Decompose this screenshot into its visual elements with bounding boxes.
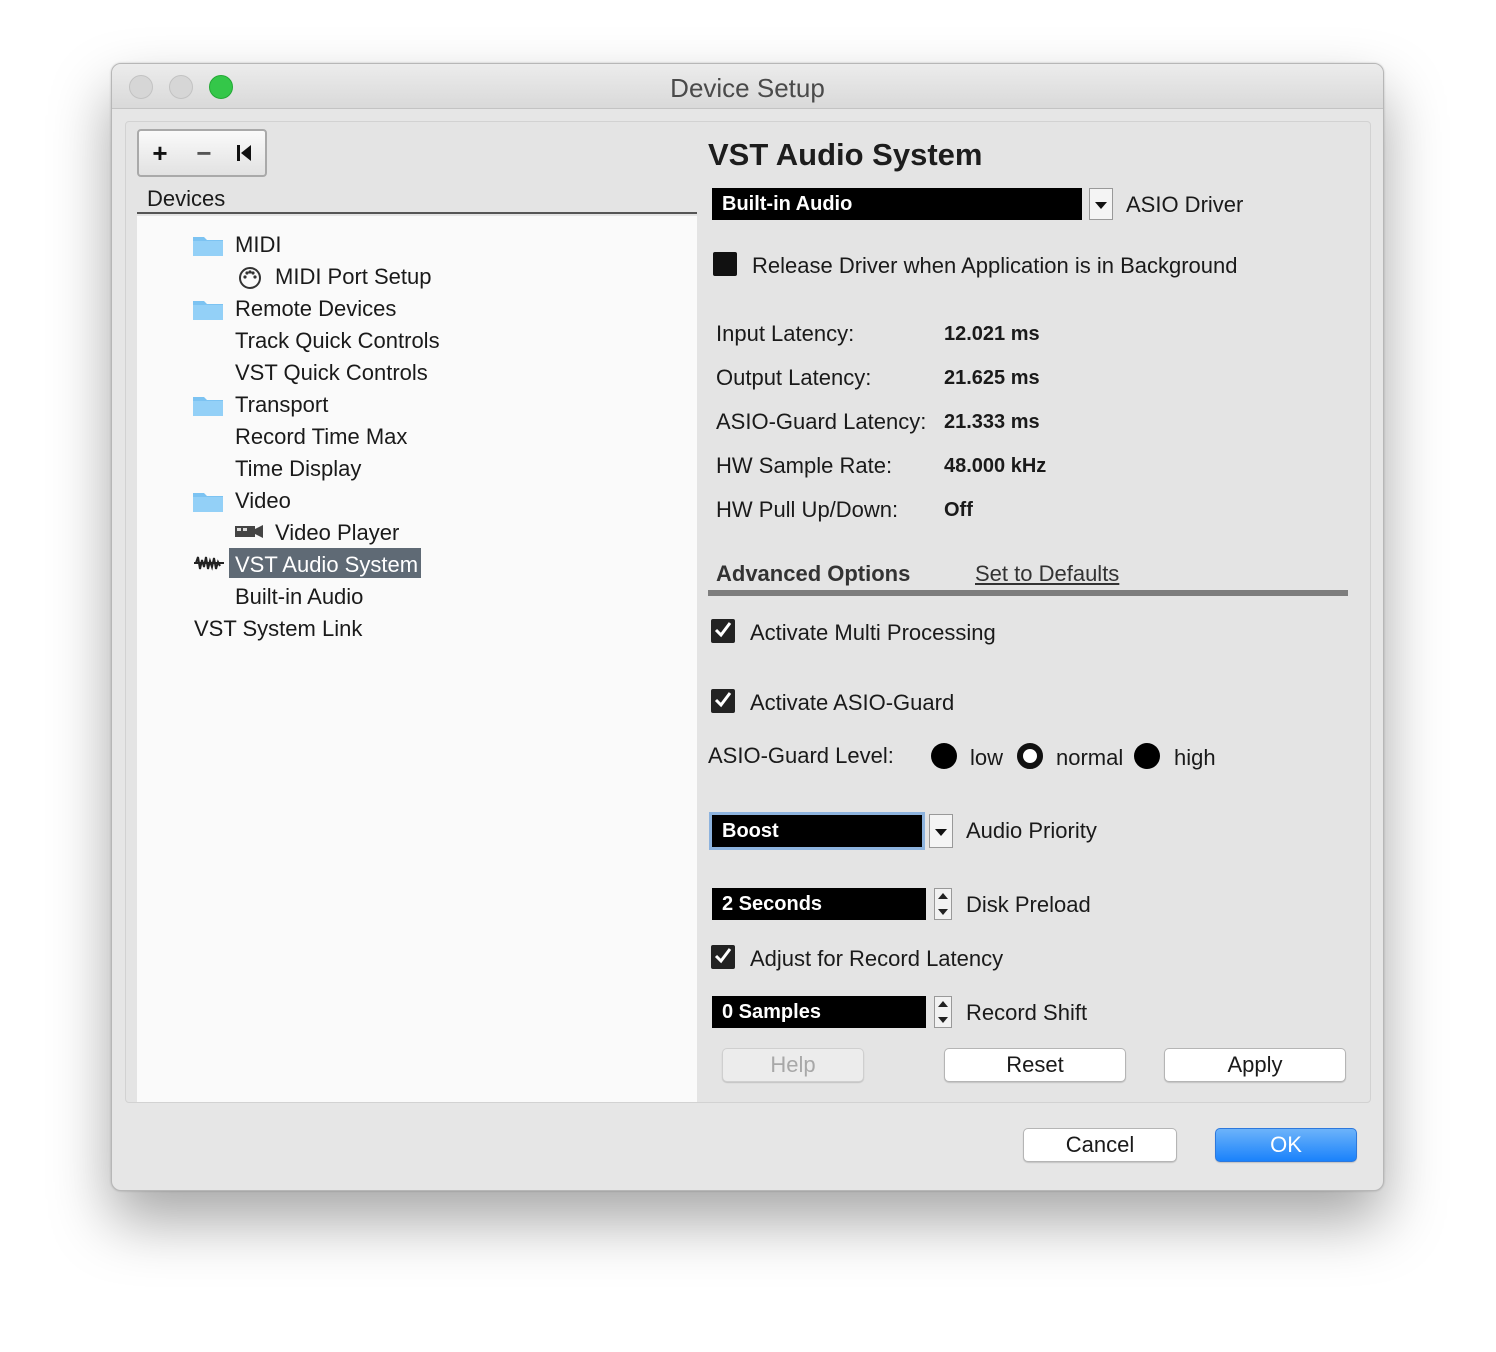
checkmark-icon xyxy=(714,622,732,638)
devices-header-label: Devices xyxy=(147,186,226,211)
hw-pull-up-down-value: Off xyxy=(944,499,973,521)
disk-preload-stepper[interactable] xyxy=(934,888,952,920)
audio-waveform-icon xyxy=(194,556,224,571)
tree-item-time-display[interactable]: Time Display xyxy=(235,454,361,484)
midi-port-icon xyxy=(239,267,261,289)
record-shift-stepper[interactable] xyxy=(934,996,952,1028)
remove-device-button[interactable]: − xyxy=(183,131,225,175)
disk-preload-input[interactable]: 2 Seconds xyxy=(712,888,926,920)
device-setup-window: Device Setup + − Devices MIDI MIDI Port … xyxy=(111,63,1384,1191)
record-shift-label: Record Shift xyxy=(966,1000,1088,1025)
tree-item-built-in-audio[interactable]: Built-in Audio xyxy=(235,582,363,612)
audio-priority-select[interactable]: Boost xyxy=(709,812,925,850)
record-latency-checkbox[interactable] xyxy=(711,945,735,969)
hw-pull-up-down-label: HW Pull Up/Down: xyxy=(716,497,899,522)
asio-guard-level-low-label: low xyxy=(970,745,1004,770)
multi-processing-checkbox[interactable] xyxy=(711,619,735,643)
record-shift-input[interactable]: 0 Samples xyxy=(712,996,926,1028)
output-latency-label: Output Latency: xyxy=(716,365,872,390)
asio-guard-level-label: ASIO-Guard Level: xyxy=(708,743,894,768)
asio-guard-level-normal-label: normal xyxy=(1056,745,1124,770)
asio-guard-level-normal-radio[interactable] xyxy=(1017,743,1043,769)
tree-item-midi[interactable]: MIDI xyxy=(235,230,281,260)
tree-item-midi-port-setup[interactable]: MIDI Port Setup xyxy=(275,262,432,292)
checkmark-icon xyxy=(714,948,732,964)
tree-item-remote-devices[interactable]: Remote Devices xyxy=(235,294,396,324)
asio-driver-dropdown-button[interactable] xyxy=(1089,188,1113,220)
asio-guard-label: Activate ASIO-Guard xyxy=(750,690,955,715)
audio-priority-label: Audio Priority xyxy=(966,818,1097,843)
help-button[interactable]: Help xyxy=(722,1048,864,1082)
tree-item-vst-quick-controls[interactable]: VST Quick Controls xyxy=(235,358,428,388)
folder-icon xyxy=(193,237,223,256)
hw-sample-rate-label: HW Sample Rate: xyxy=(716,453,893,478)
title-bar[interactable]: Device Setup xyxy=(112,64,1383,109)
add-device-button[interactable]: + xyxy=(139,131,181,175)
panel-title: VST Audio System xyxy=(708,137,983,172)
folder-icon xyxy=(193,397,223,416)
input-latency-value: 12.021 ms xyxy=(944,323,1040,345)
tab-divider xyxy=(708,590,1348,596)
folder-icon xyxy=(193,301,223,320)
tree-item-vst-audio-system[interactable]: VST Audio System xyxy=(235,550,418,580)
apply-button[interactable]: Apply xyxy=(1164,1048,1346,1082)
devices-header: Devices xyxy=(137,184,697,214)
folder-icon xyxy=(193,493,223,512)
tree-item-record-time-max[interactable]: Record Time Max xyxy=(235,422,407,452)
tab-advanced-options[interactable]: Advanced Options xyxy=(716,561,910,587)
asio-driver-select[interactable]: Built-in Audio xyxy=(712,188,1082,220)
window-title: Device Setup xyxy=(670,73,825,103)
tree-item-transport[interactable]: Transport xyxy=(235,390,328,420)
disk-preload-label: Disk Preload xyxy=(966,892,1091,917)
hw-sample-rate-value: 48.000 kHz xyxy=(944,455,1047,477)
cancel-button[interactable]: Cancel xyxy=(1023,1128,1177,1162)
devices-toolbar: + − xyxy=(137,129,267,177)
asio-guard-level-low-radio[interactable] xyxy=(931,743,957,769)
asio-guard-level-high-radio[interactable] xyxy=(1134,743,1160,769)
content-panel: + − Devices MIDI MIDI Port Setup Remote … xyxy=(125,121,1371,1103)
asio-driver-label: ASIO Driver xyxy=(1126,192,1244,217)
reset-button[interactable]: Reset xyxy=(944,1048,1126,1082)
output-latency-value: 21.625 ms xyxy=(944,367,1040,389)
tree-item-track-quick-controls[interactable]: Track Quick Controls xyxy=(235,326,440,356)
audio-priority-dropdown-button[interactable] xyxy=(929,814,953,848)
reset-icon xyxy=(237,145,251,161)
record-latency-label: Adjust for Record Latency xyxy=(750,946,1004,971)
devices-tree: MIDI MIDI Port Setup Remote Devices Trac… xyxy=(137,216,697,1102)
asio-guard-latency-value: 21.333 ms xyxy=(944,411,1040,433)
video-player-icon xyxy=(235,525,263,538)
asio-guard-latency-label: ASIO-Guard Latency: xyxy=(716,409,927,434)
set-to-defaults-link[interactable]: Set to Defaults xyxy=(975,561,1119,587)
multi-processing-label: Activate Multi Processing xyxy=(750,620,996,645)
tree-item-video-player[interactable]: Video Player xyxy=(275,518,399,548)
input-latency-label: Input Latency: xyxy=(716,321,855,346)
asio-guard-checkbox[interactable] xyxy=(711,689,735,713)
release-driver-checkbox[interactable] xyxy=(713,252,737,276)
tree-item-video[interactable]: Video xyxy=(235,486,291,516)
tree-item-vst-system-link[interactable]: VST System Link xyxy=(194,614,362,644)
checkmark-icon xyxy=(714,692,732,708)
ok-button[interactable]: OK xyxy=(1215,1128,1357,1162)
asio-guard-level-high-label: high xyxy=(1174,745,1216,770)
release-driver-label: Release Driver when Application is in Ba… xyxy=(752,253,1238,278)
reset-device-button[interactable] xyxy=(223,131,265,175)
